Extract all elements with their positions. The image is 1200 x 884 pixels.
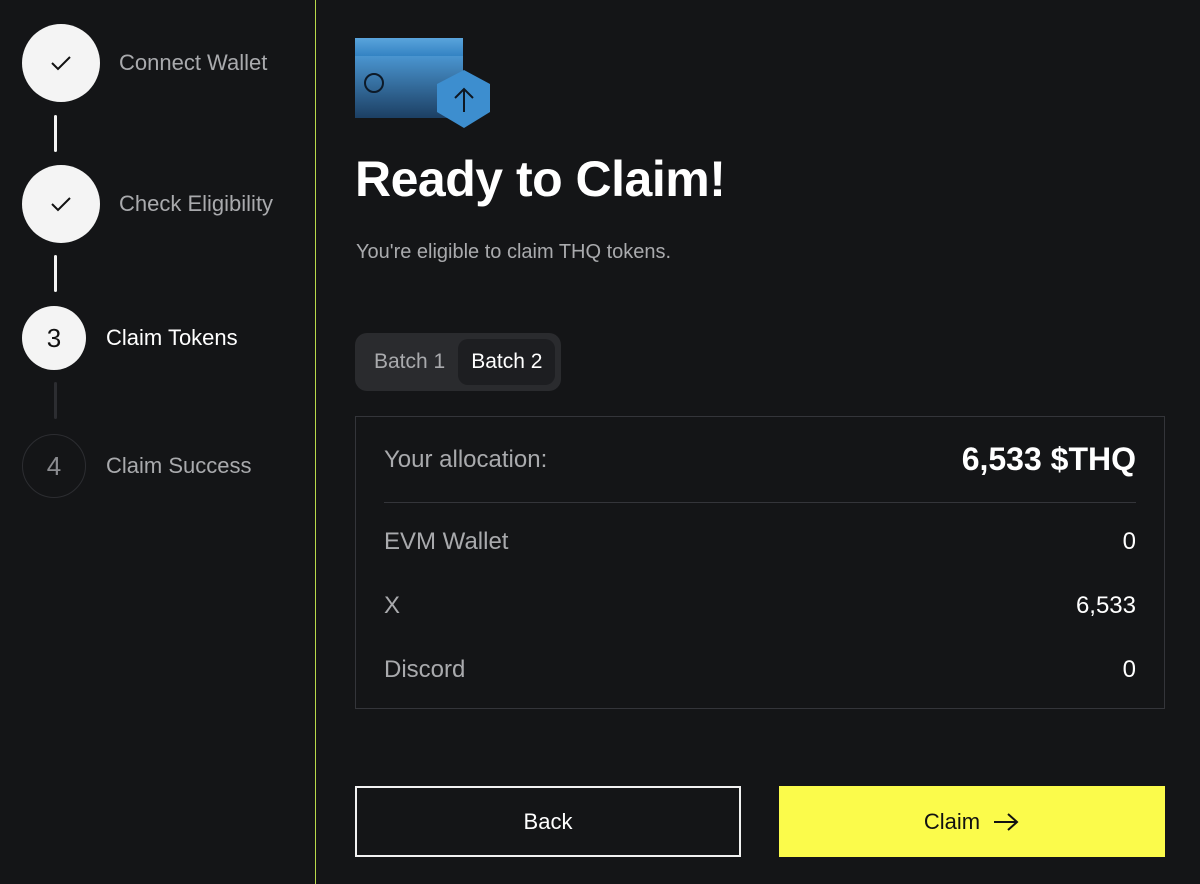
tab-batch-2[interactable]: Batch 2 xyxy=(458,339,556,385)
step-label: Connect Wallet xyxy=(119,50,268,75)
row-label: Discord xyxy=(384,656,466,683)
row-value: 6,533 xyxy=(1075,592,1136,619)
step-label: Check Eligibility xyxy=(119,191,274,216)
back-button-label: Back xyxy=(523,808,573,834)
step-label: Claim Tokens xyxy=(106,325,238,350)
page-subtitle: You're eligible to claim THQ tokens. xyxy=(356,241,672,263)
allocation-row-x: X 6,533 xyxy=(384,586,1136,626)
step-claim-tokens: 3 Claim Tokens xyxy=(22,306,238,370)
allocation-row-discord: Discord 0 xyxy=(384,650,1136,690)
back-button[interactable]: Back xyxy=(355,786,741,857)
claim-app: Connect Wallet Check Eligibility 3 Claim… xyxy=(0,0,1200,884)
step-connect-wallet: Connect Wallet xyxy=(22,24,267,102)
row-value: 0 xyxy=(1122,656,1136,683)
check-icon xyxy=(22,165,100,243)
allocation-card: Your allocation: 6,533 $THQ EVM Wallet 0… xyxy=(355,416,1165,709)
step-check-eligibility: Check Eligibility xyxy=(22,165,273,243)
allocation-label: Your allocation: xyxy=(384,445,548,473)
claim-button-label: Claim xyxy=(923,808,981,834)
step-connector xyxy=(54,255,57,292)
stepper-sidebar: Connect Wallet Check Eligibility 3 Claim… xyxy=(0,0,315,884)
step-claim-success: 4 Claim Success xyxy=(22,434,251,498)
step-number: 4 xyxy=(22,434,86,498)
step-number: 3 xyxy=(22,306,86,370)
batch-tabs: Batch 1 Batch 2 xyxy=(355,333,562,391)
allocation-total-row: Your allocation: 6,533 $THQ xyxy=(384,417,1136,503)
row-label: X xyxy=(384,592,401,619)
allocation-row-evm-wallet: EVM Wallet 0 xyxy=(384,522,1136,562)
allocation-value: 6,533 $THQ xyxy=(961,441,1136,477)
arrow-right-icon xyxy=(992,812,1020,832)
wallet-upload-icon xyxy=(355,38,490,128)
page-title: Ready to Claim! xyxy=(355,151,726,207)
tab-batch-1[interactable]: Batch 1 xyxy=(361,339,458,385)
step-label: Claim Success xyxy=(106,453,252,478)
step-connector xyxy=(54,382,57,419)
claim-button[interactable]: Claim xyxy=(779,786,1165,857)
row-label: EVM Wallet xyxy=(384,528,509,555)
check-icon xyxy=(22,24,100,102)
sidebar-divider xyxy=(315,0,316,884)
step-connector xyxy=(54,115,57,152)
row-value: 0 xyxy=(1122,528,1136,555)
